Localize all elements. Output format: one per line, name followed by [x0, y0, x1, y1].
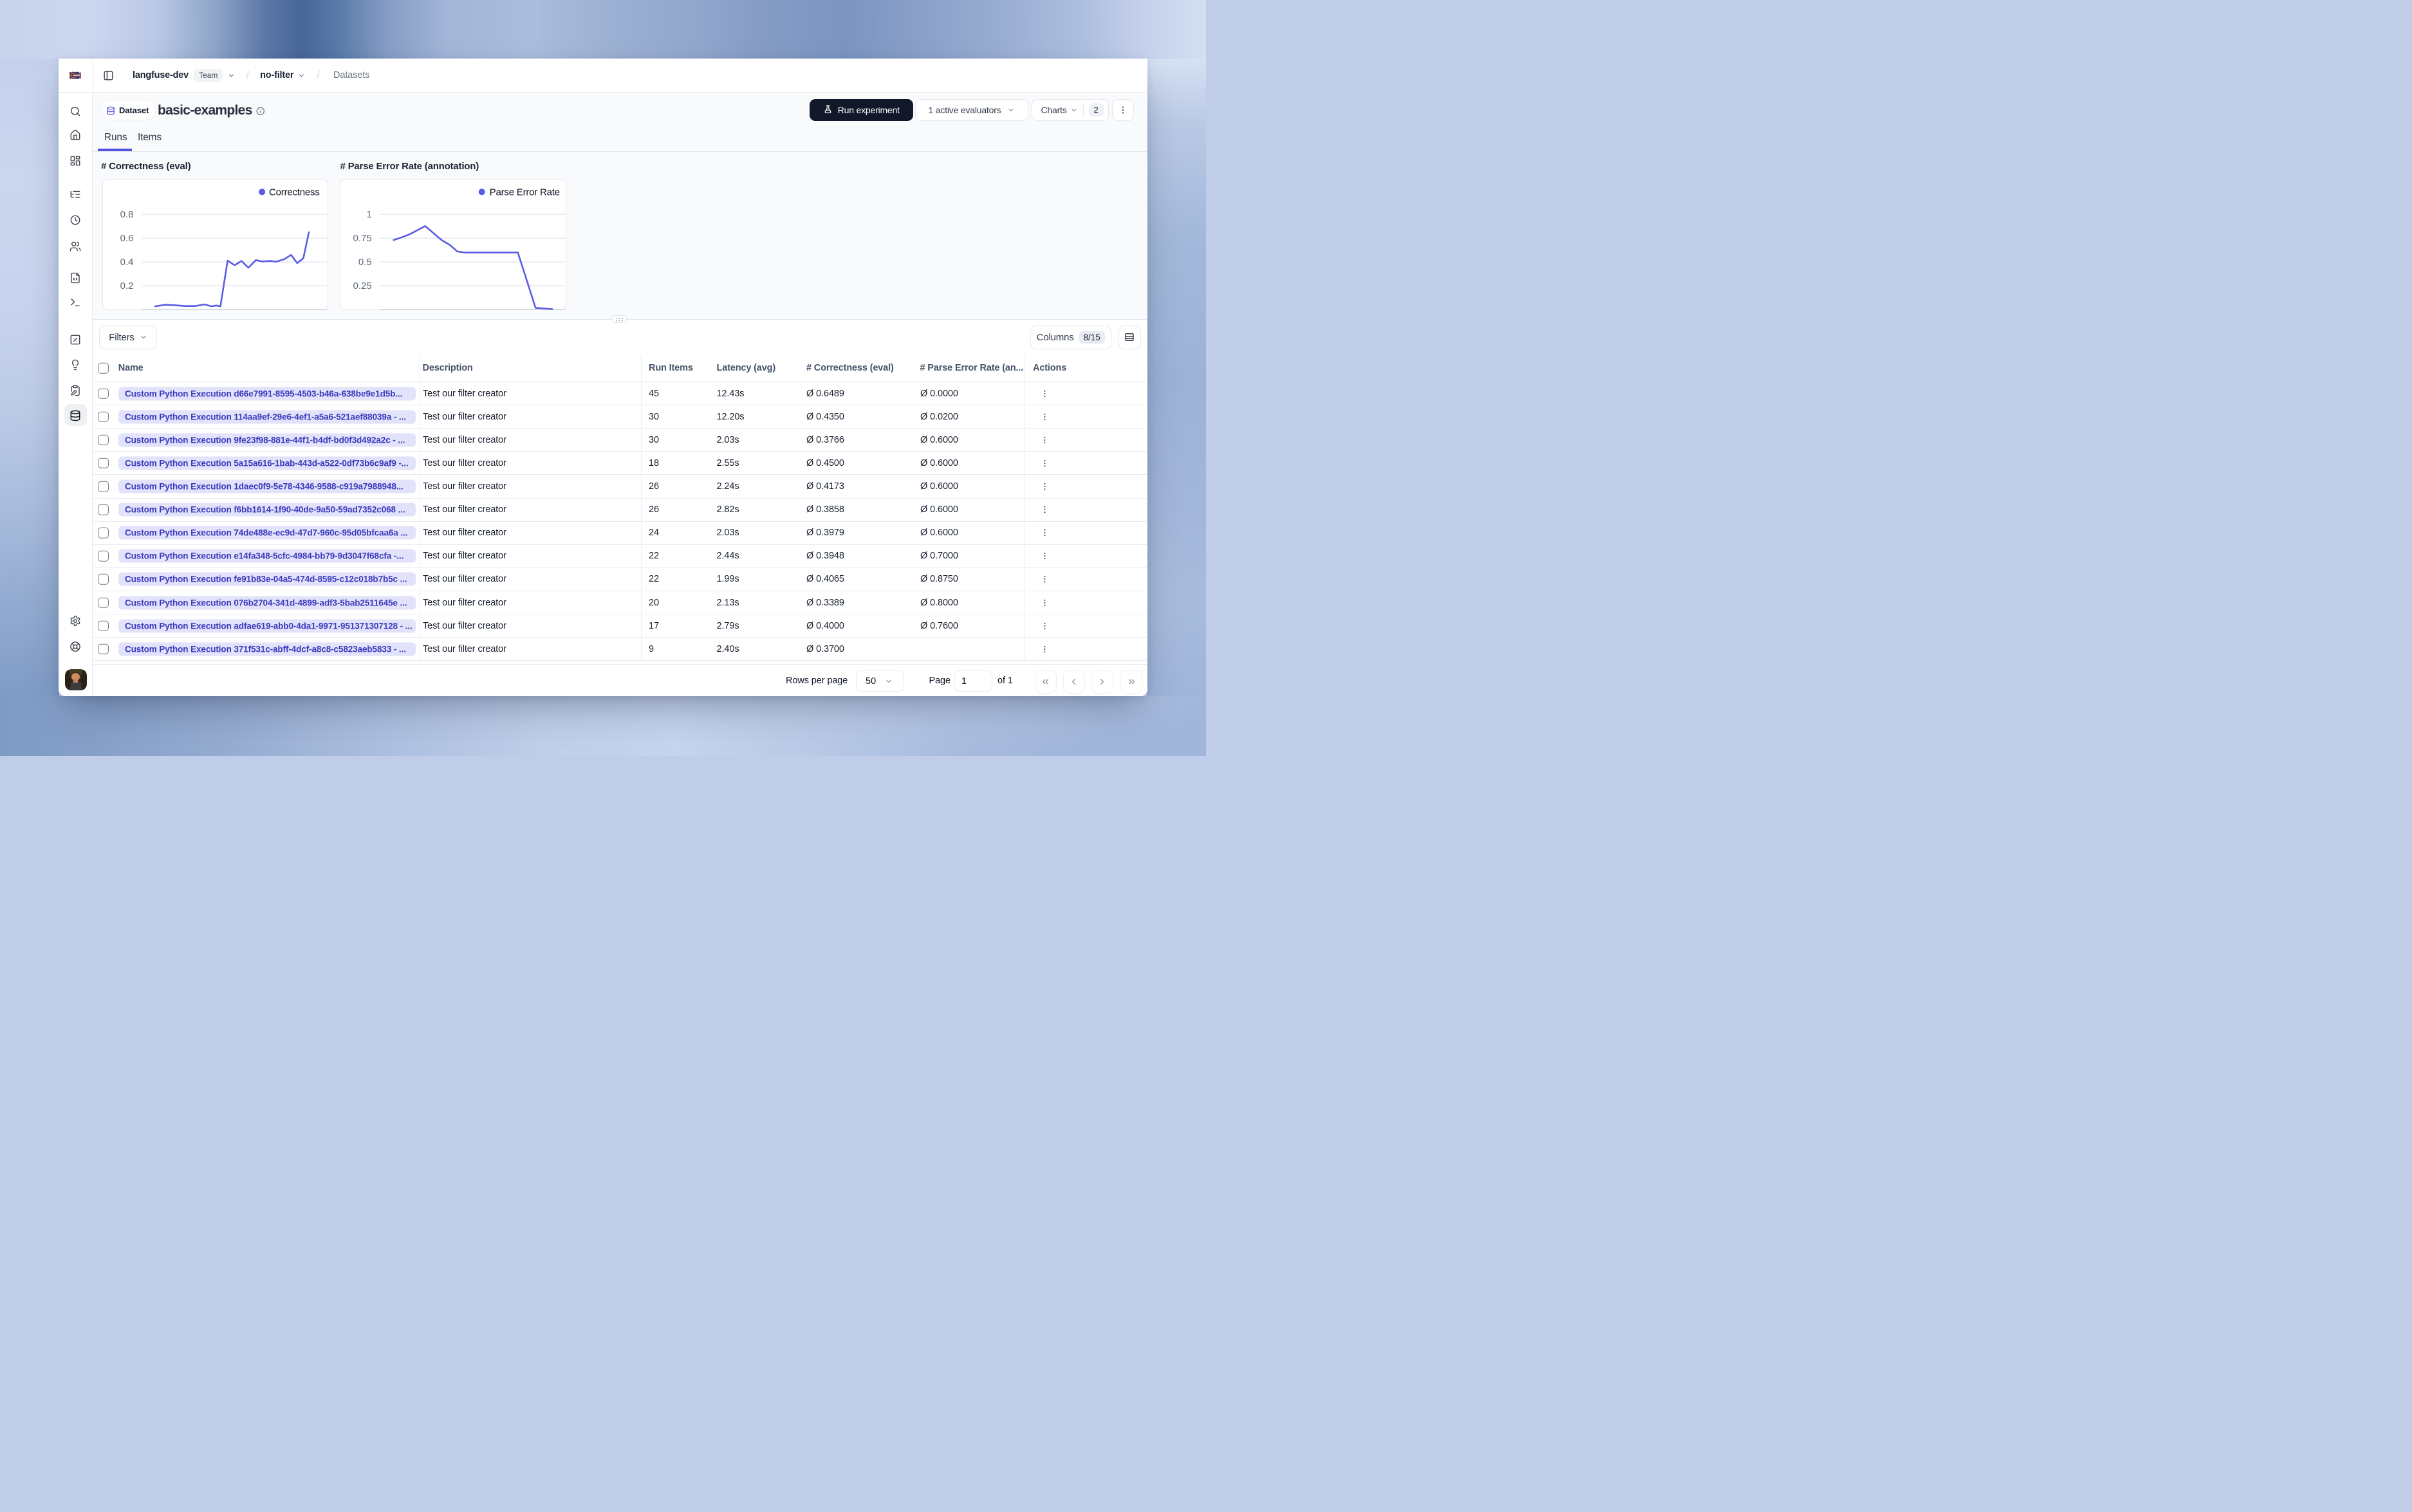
- svg-text:0.2: 0.2: [120, 281, 133, 291]
- svg-text:0.8: 0.8: [120, 209, 133, 220]
- svg-text:0.75: 0.75: [353, 233, 372, 244]
- svg-text:0.4: 0.4: [120, 257, 133, 268]
- svg-text:0.6: 0.6: [120, 233, 133, 244]
- svg-text:1: 1: [367, 209, 372, 220]
- svg-text:0.25: 0.25: [353, 281, 372, 291]
- svg-text:Correctness: Correctness: [269, 187, 320, 198]
- svg-text:0.5: 0.5: [358, 257, 372, 268]
- svg-text:Parse Error Rate: Parse Error Rate: [490, 187, 560, 198]
